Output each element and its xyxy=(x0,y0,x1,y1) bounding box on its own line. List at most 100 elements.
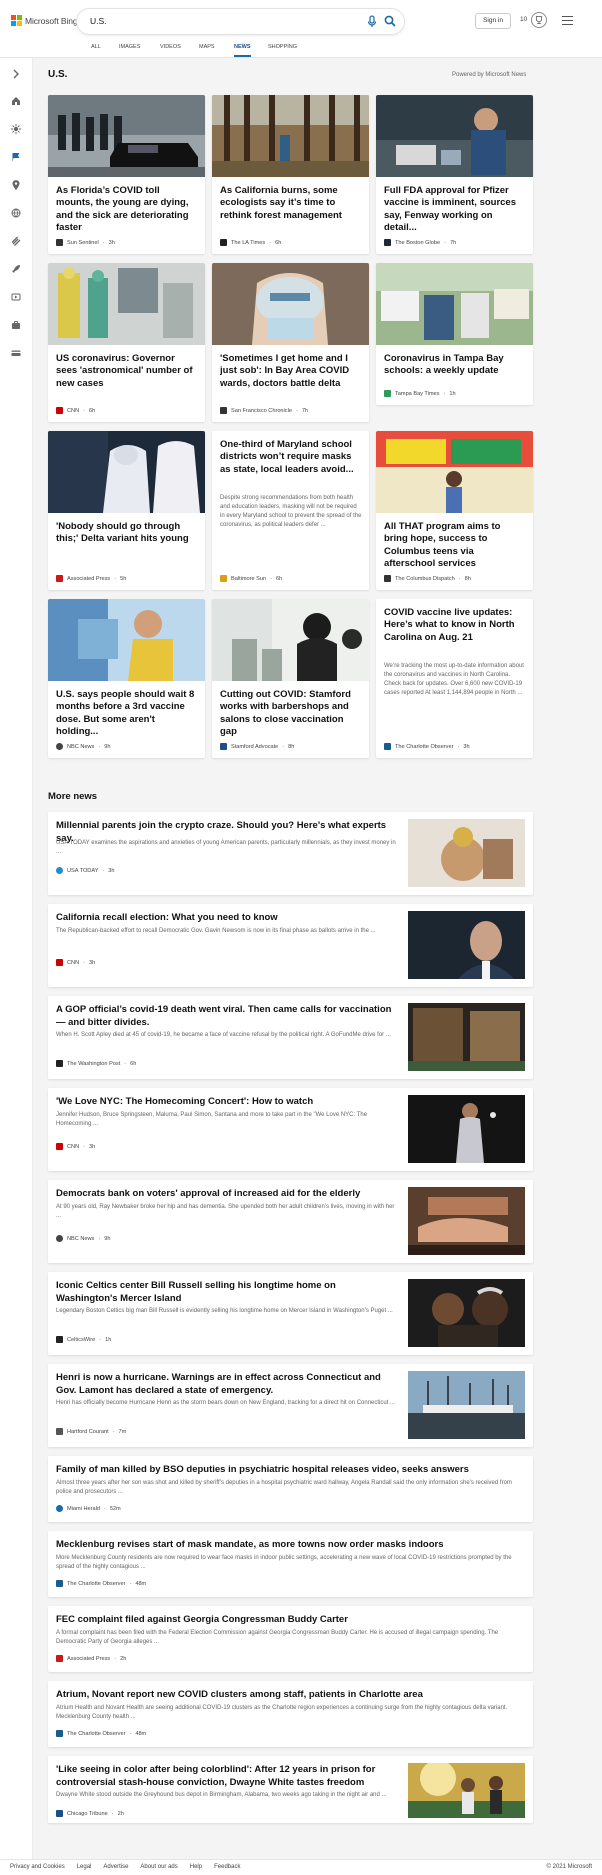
card-title[interactable]: As Florida’s COVID toll mounts, the youn… xyxy=(56,185,198,234)
more-news-item[interactable]: Iconic Celtics center Bill Russell selli… xyxy=(48,1272,533,1355)
money-icon[interactable] xyxy=(11,348,21,358)
card-image xyxy=(48,263,205,345)
expand-icon[interactable] xyxy=(11,69,21,79)
card-source: Stamford Advocate · 8h xyxy=(220,743,294,750)
flag-icon[interactable] xyxy=(11,152,21,162)
news-card[interactable]: Full FDA approval for Pfizer vaccine is … xyxy=(376,95,533,254)
footer-link-legal[interactable]: Legal xyxy=(77,1864,92,1870)
item-title[interactable]: California recall election: What you nee… xyxy=(56,912,396,925)
page-title: U.S. xyxy=(48,69,68,80)
footer-link-about-ads[interactable]: About our ads xyxy=(140,1864,177,1870)
tab-shopping[interactable]: SHOPPING xyxy=(268,42,297,57)
tab-maps[interactable]: MAPS xyxy=(199,42,215,57)
card-title[interactable]: Full FDA approval for Pfizer vaccine is … xyxy=(384,185,526,234)
tab-all[interactable]: ALL xyxy=(91,42,101,57)
footer-link-advertise[interactable]: Advertise xyxy=(103,1864,128,1870)
footer-link-feedback[interactable]: Feedback xyxy=(214,1864,240,1870)
news-card[interactable]: One-third of Maryland school districts w… xyxy=(212,431,369,590)
card-title[interactable]: One-third of Maryland school districts w… xyxy=(220,439,362,476)
microsoft-logo-icon xyxy=(11,15,22,26)
card-title[interactable]: All THAT program aims to bring hope, suc… xyxy=(384,521,526,570)
card-source: San Francisco Chronicle · 7h xyxy=(220,407,308,414)
news-card[interactable]: US coronavirus: Governor sees 'astronomi… xyxy=(48,263,205,422)
more-news-item[interactable]: Millennial parents join the crypto craze… xyxy=(48,812,533,895)
item-title[interactable]: Democrats bank on voters' approval of in… xyxy=(56,1188,396,1201)
source-logo-icon xyxy=(56,239,63,246)
card-title[interactable]: COVID vaccine live updates: Here’s what … xyxy=(384,607,526,644)
more-news-item[interactable]: A GOP official’s covid-19 death went vir… xyxy=(48,996,533,1079)
item-title[interactable]: A GOP official’s covid-19 death went vir… xyxy=(56,1004,401,1030)
news-card[interactable]: As Florida’s COVID toll mounts, the youn… xyxy=(48,95,205,254)
item-title[interactable]: 'Like seeing in color after being colorb… xyxy=(56,1764,401,1790)
card-title[interactable]: U.S. says people should wait 8 months be… xyxy=(56,689,198,738)
business-icon[interactable] xyxy=(11,320,21,330)
more-news-item[interactable]: Mecklenburg revises start of mask mandat… xyxy=(48,1531,533,1597)
source-logo-icon xyxy=(220,575,227,582)
more-news-item[interactable]: Atrium, Novant report new COVID clusters… xyxy=(48,1681,533,1747)
bing-logo[interactable]: Microsoft Bing xyxy=(11,15,78,26)
news-card[interactable]: U.S. says people should wait 8 months be… xyxy=(48,599,205,758)
card-title[interactable]: As California burns, some ecologists say… xyxy=(220,185,362,222)
item-title[interactable]: Iconic Celtics center Bill Russell selli… xyxy=(56,1280,396,1306)
more-news-item[interactable]: FEC complaint filed against Georgia Cong… xyxy=(48,1606,533,1672)
tab-images[interactable]: IMAGES xyxy=(119,42,140,57)
news-card[interactable]: As California burns, some ecologists say… xyxy=(212,95,369,254)
card-title[interactable]: US coronavirus: Governor sees 'astronomi… xyxy=(56,353,198,390)
card-title[interactable]: 'Nobody should go through this;' Delta v… xyxy=(56,521,198,546)
source-logo-icon xyxy=(56,1428,63,1435)
microphone-icon[interactable] xyxy=(366,15,378,28)
covid-icon[interactable] xyxy=(11,124,21,134)
item-source: CNN · 3h xyxy=(56,1143,95,1150)
source-logo-icon xyxy=(56,1143,63,1150)
item-image xyxy=(408,1279,525,1347)
item-title[interactable]: Mecklenburg revises start of mask mandat… xyxy=(56,1539,526,1552)
card-image xyxy=(212,599,369,681)
card-title[interactable]: 'Sometimes I get home and I just sob': I… xyxy=(220,353,362,390)
search-icon[interactable] xyxy=(384,15,396,27)
news-card[interactable]: 'Sometimes I get home and I just sob': I… xyxy=(212,263,369,422)
powered-by-label[interactable]: Powered by Microsoft News xyxy=(452,72,526,78)
rocket-icon[interactable] xyxy=(11,264,21,274)
tab-videos[interactable]: VIDEOS xyxy=(160,42,181,57)
footer-link-privacy[interactable]: Privacy and Cookies xyxy=(10,1864,65,1870)
news-card[interactable]: Cutting out COVID: Stamford works with b… xyxy=(212,599,369,758)
entertainment-icon[interactable] xyxy=(11,292,21,302)
more-news-item[interactable]: Henri is now a hurricane. Warnings are i… xyxy=(48,1364,533,1447)
search-input[interactable]: U.S. xyxy=(90,16,107,26)
news-card[interactable]: COVID vaccine live updates: Here’s what … xyxy=(376,599,533,758)
source-logo-icon xyxy=(384,239,391,246)
tab-news[interactable]: NEWS xyxy=(234,42,251,57)
card-title[interactable]: Cutting out COVID: Stamford works with b… xyxy=(220,689,362,738)
item-title[interactable]: FEC complaint filed against Georgia Cong… xyxy=(56,1614,526,1627)
item-title[interactable]: Family of man killed by BSO deputies in … xyxy=(56,1464,526,1477)
footer-link-help[interactable]: Help xyxy=(190,1864,202,1870)
card-title[interactable]: Coronavirus in Tampa Bay schools: a week… xyxy=(384,353,526,378)
more-news-item[interactable]: 'We Love NYC: The Homecoming Concert': H… xyxy=(48,1088,533,1171)
card-source: Sun Sentinel · 3h xyxy=(56,239,115,246)
science-icon[interactable] xyxy=(11,236,21,246)
item-source: CelticsWire · 1h xyxy=(56,1336,111,1343)
more-news-item[interactable]: Democrats bank on voters' approval of in… xyxy=(48,1180,533,1263)
more-news-item[interactable]: California recall election: What you nee… xyxy=(48,904,533,987)
sign-in-button[interactable]: Sign in xyxy=(475,13,511,29)
item-title[interactable]: 'We Love NYC: The Homecoming Concert': H… xyxy=(56,1096,396,1109)
item-snippet: Jennifer Hudson, Bruce Springsteen, Malu… xyxy=(56,1112,368,1127)
hamburger-menu-icon[interactable] xyxy=(562,16,573,25)
item-title[interactable]: Atrium, Novant report new COVID clusters… xyxy=(56,1689,526,1702)
item-source: CNN · 3h xyxy=(56,959,95,966)
news-card[interactable]: 'Nobody should go through this;' Delta v… xyxy=(48,431,205,590)
globe-icon[interactable] xyxy=(11,208,21,218)
news-card[interactable]: All THAT program aims to bring hope, suc… xyxy=(376,431,533,590)
brand-name: Microsoft Bing xyxy=(25,15,78,26)
card-source: The Columbus Dispatch · 8h xyxy=(384,575,471,582)
search-box[interactable]: U.S. xyxy=(77,9,404,34)
home-icon[interactable] xyxy=(11,96,21,106)
item-title[interactable]: Henri is now a hurricane. Warnings are i… xyxy=(56,1372,401,1398)
more-news-item[interactable]: 'Like seeing in color after being colorb… xyxy=(48,1756,533,1823)
location-icon[interactable] xyxy=(11,180,21,190)
rewards-count[interactable]: 10 xyxy=(520,16,527,23)
more-news-item[interactable]: Family of man killed by BSO deputies in … xyxy=(48,1456,533,1522)
rewards-trophy-icon[interactable] xyxy=(531,12,547,28)
card-image xyxy=(48,599,205,681)
news-card[interactable]: Coronavirus in Tampa Bay schools: a week… xyxy=(376,263,533,405)
